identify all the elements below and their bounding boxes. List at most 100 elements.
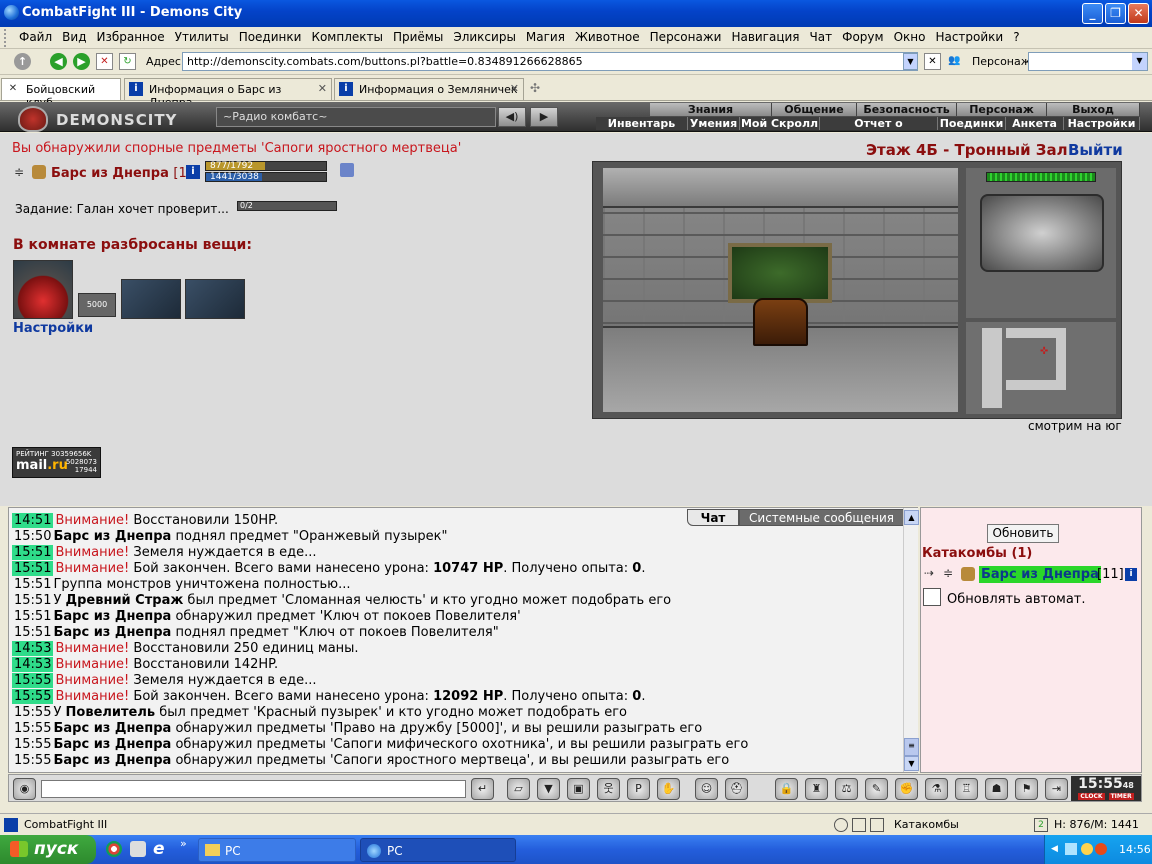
menu-item-settings[interactable]: Настройки <box>930 27 1008 44</box>
menu-exit[interactable]: Выход <box>1047 103 1140 116</box>
chat-name[interactable]: Барс из Днепра <box>53 753 171 768</box>
chat-name[interactable]: Древний Страж <box>66 593 184 608</box>
menu-item-sets[interactable]: Комплекты <box>306 27 388 44</box>
scroll-thumb[interactable]: ≡ <box>904 738 919 756</box>
castle-icon[interactable]: ♖ <box>955 778 978 800</box>
menu-item-help[interactable]: ? <box>1008 27 1024 44</box>
scroll-icon[interactable]: ✎ <box>865 778 888 800</box>
walk-icon[interactable]: 웃 <box>597 778 620 800</box>
menu-communication[interactable]: Общение <box>772 103 857 116</box>
ie-icon[interactable]: e <box>153 839 165 859</box>
menu-item-elixirs[interactable]: Эликсиры <box>448 27 521 44</box>
new-tab-icon[interactable]: ✣ <box>530 81 540 95</box>
quicklaunch-icon[interactable] <box>130 841 146 857</box>
eraser-icon[interactable]: ▱ <box>507 778 530 800</box>
chat-name[interactable]: Барс из Днепра <box>53 529 171 544</box>
scroll-down-icon[interactable]: ▼ <box>904 756 919 771</box>
menu-knowledge[interactable]: Знания <box>650 103 772 116</box>
chat-name[interactable]: 0 <box>632 689 641 704</box>
group-icon[interactable]: ☗ <box>985 778 1008 800</box>
bag-icon[interactable]: ♜ <box>805 778 828 800</box>
maximize-button[interactable]: ❐ <box>1105 3 1126 24</box>
refresh-icon[interactable]: ↻ <box>119 53 136 70</box>
save-icon[interactable]: ▣ <box>567 778 590 800</box>
go-icon[interactable]: ✕ <box>924 53 941 70</box>
refresh-button[interactable]: Обновить <box>987 524 1059 543</box>
rating-counter[interactable]: РЕЙТИНГ 30359656K mail.ru 5028073 17944 <box>12 447 101 478</box>
menu-item-characters[interactable]: Персонажи <box>645 27 727 44</box>
start-button[interactable]: пуск <box>0 835 96 864</box>
send-icon[interactable]: ↵ <box>471 778 494 800</box>
menu-skills[interactable]: Умения <box>688 117 740 130</box>
menu-transfer-report[interactable]: Отчет о переводах <box>820 117 938 143</box>
pin-icon[interactable]: ↑ <box>14 53 31 70</box>
chat-name[interactable]: 12092 HP <box>433 689 503 704</box>
menu-profile[interactable]: Анкета <box>1006 117 1064 130</box>
menu-security[interactable]: Безопасность <box>857 103 957 116</box>
tray-security-icon[interactable] <box>1081 843 1093 855</box>
item-boots-dead[interactable] <box>185 279 245 319</box>
room-user-name[interactable]: Барс из Днепра <box>979 566 1101 583</box>
chrome-icon[interactable] <box>106 841 122 857</box>
helmet-icon[interactable]: ⛑ <box>725 778 748 800</box>
scales-icon[interactable]: ⚖ <box>835 778 858 800</box>
menu-fights[interactable]: Поединки <box>938 117 1006 130</box>
menu-my-scroll[interactable]: Мой Скролл <box>740 117 820 130</box>
player-name[interactable]: Барс из Днепра [11] <box>51 166 200 181</box>
taskbar-item-pc1[interactable]: PC <box>198 838 356 862</box>
chat-name[interactable]: Повелитель <box>66 705 156 720</box>
tab-close-icon[interactable]: ✕ <box>510 82 519 95</box>
auto-refresh-checkbox[interactable] <box>923 588 941 606</box>
play-icon[interactable]: ▶ <box>530 107 558 127</box>
menu-character[interactable]: Персонаж <box>957 103 1047 116</box>
lock-icon[interactable]: 🔒 <box>775 778 798 800</box>
tray-network-icon[interactable] <box>1065 843 1077 855</box>
menu-item-window[interactable]: Окно <box>889 27 931 44</box>
tray-arrow-icon[interactable]: ◀ <box>1051 844 1058 854</box>
chat-name[interactable]: Барс из Днепра <box>53 609 171 624</box>
tab-chat[interactable]: Чат <box>687 509 739 526</box>
back-icon[interactable]: ◀ <box>50 53 67 70</box>
hand-icon[interactable]: ✋ <box>657 778 680 800</box>
menu-item-favorites[interactable]: Избранное <box>91 27 169 44</box>
chat-input[interactable] <box>41 780 466 798</box>
chat-name[interactable]: Барс из Днепра <box>53 721 171 736</box>
close-button[interactable]: ✕ <box>1128 3 1149 24</box>
address-dropdown[interactable]: ▼ <box>903 53 918 70</box>
filter-icon[interactable]: ▼ <box>537 778 560 800</box>
taskbar-item-pc2[interactable]: PC <box>360 838 516 862</box>
chat-name[interactable]: Барс из Днепра <box>53 737 171 752</box>
info-icon[interactable]: i <box>186 165 200 179</box>
tab-info-zemlyanichek[interactable]: i Информация о Земляничек ✕ <box>334 78 524 100</box>
scene-3d[interactable] <box>603 168 958 412</box>
glove-icon[interactable]: ✊ <box>895 778 918 800</box>
flag-icon[interactable]: ⚑ <box>1015 778 1038 800</box>
exit-icon[interactable]: ⇥ <box>1045 778 1068 800</box>
scroll-up-icon[interactable]: ▲ <box>904 510 919 525</box>
item-red-potion[interactable] <box>13 260 73 319</box>
speaker-icon[interactable]: ◉ <box>13 778 36 800</box>
exit-link[interactable]: Выйти <box>1068 141 1123 159</box>
compass-wheel[interactable] <box>980 194 1104 272</box>
menu-item-file[interactable]: Файл <box>14 27 57 44</box>
stop-icon[interactable]: ✕ <box>96 53 113 70</box>
chat-name[interactable]: 10747 HP <box>433 561 503 576</box>
forward-icon[interactable]: ▶ <box>73 53 90 70</box>
tray-app-icon[interactable] <box>1095 843 1107 855</box>
users-icon[interactable]: 👥 <box>946 53 963 70</box>
menu-settings[interactable]: Настройки <box>1064 117 1140 130</box>
menu-item-navigation[interactable]: Навигация <box>726 27 804 44</box>
menu-item-utilities[interactable]: Утилиты <box>170 27 234 44</box>
address-input[interactable] <box>182 52 918 71</box>
menu-item-magic[interactable]: Магия <box>521 27 570 44</box>
smile-icon[interactable]: ☺ <box>695 778 718 800</box>
tab-info-bars[interactable]: i Информация о Барс из Днепра ✕ <box>124 78 332 109</box>
effect-icon[interactable] <box>340 163 354 177</box>
menu-item-view[interactable]: Вид <box>57 27 91 44</box>
persona-select[interactable]: ▼ <box>1028 52 1148 71</box>
chat-name[interactable]: 0 <box>632 561 641 576</box>
info-icon[interactable]: i <box>1125 568 1137 581</box>
menu-inventory[interactable]: Инвентарь <box>596 117 688 130</box>
menu-item-fights[interactable]: Поединки <box>234 27 307 44</box>
item-boots-hunter[interactable] <box>121 279 181 319</box>
